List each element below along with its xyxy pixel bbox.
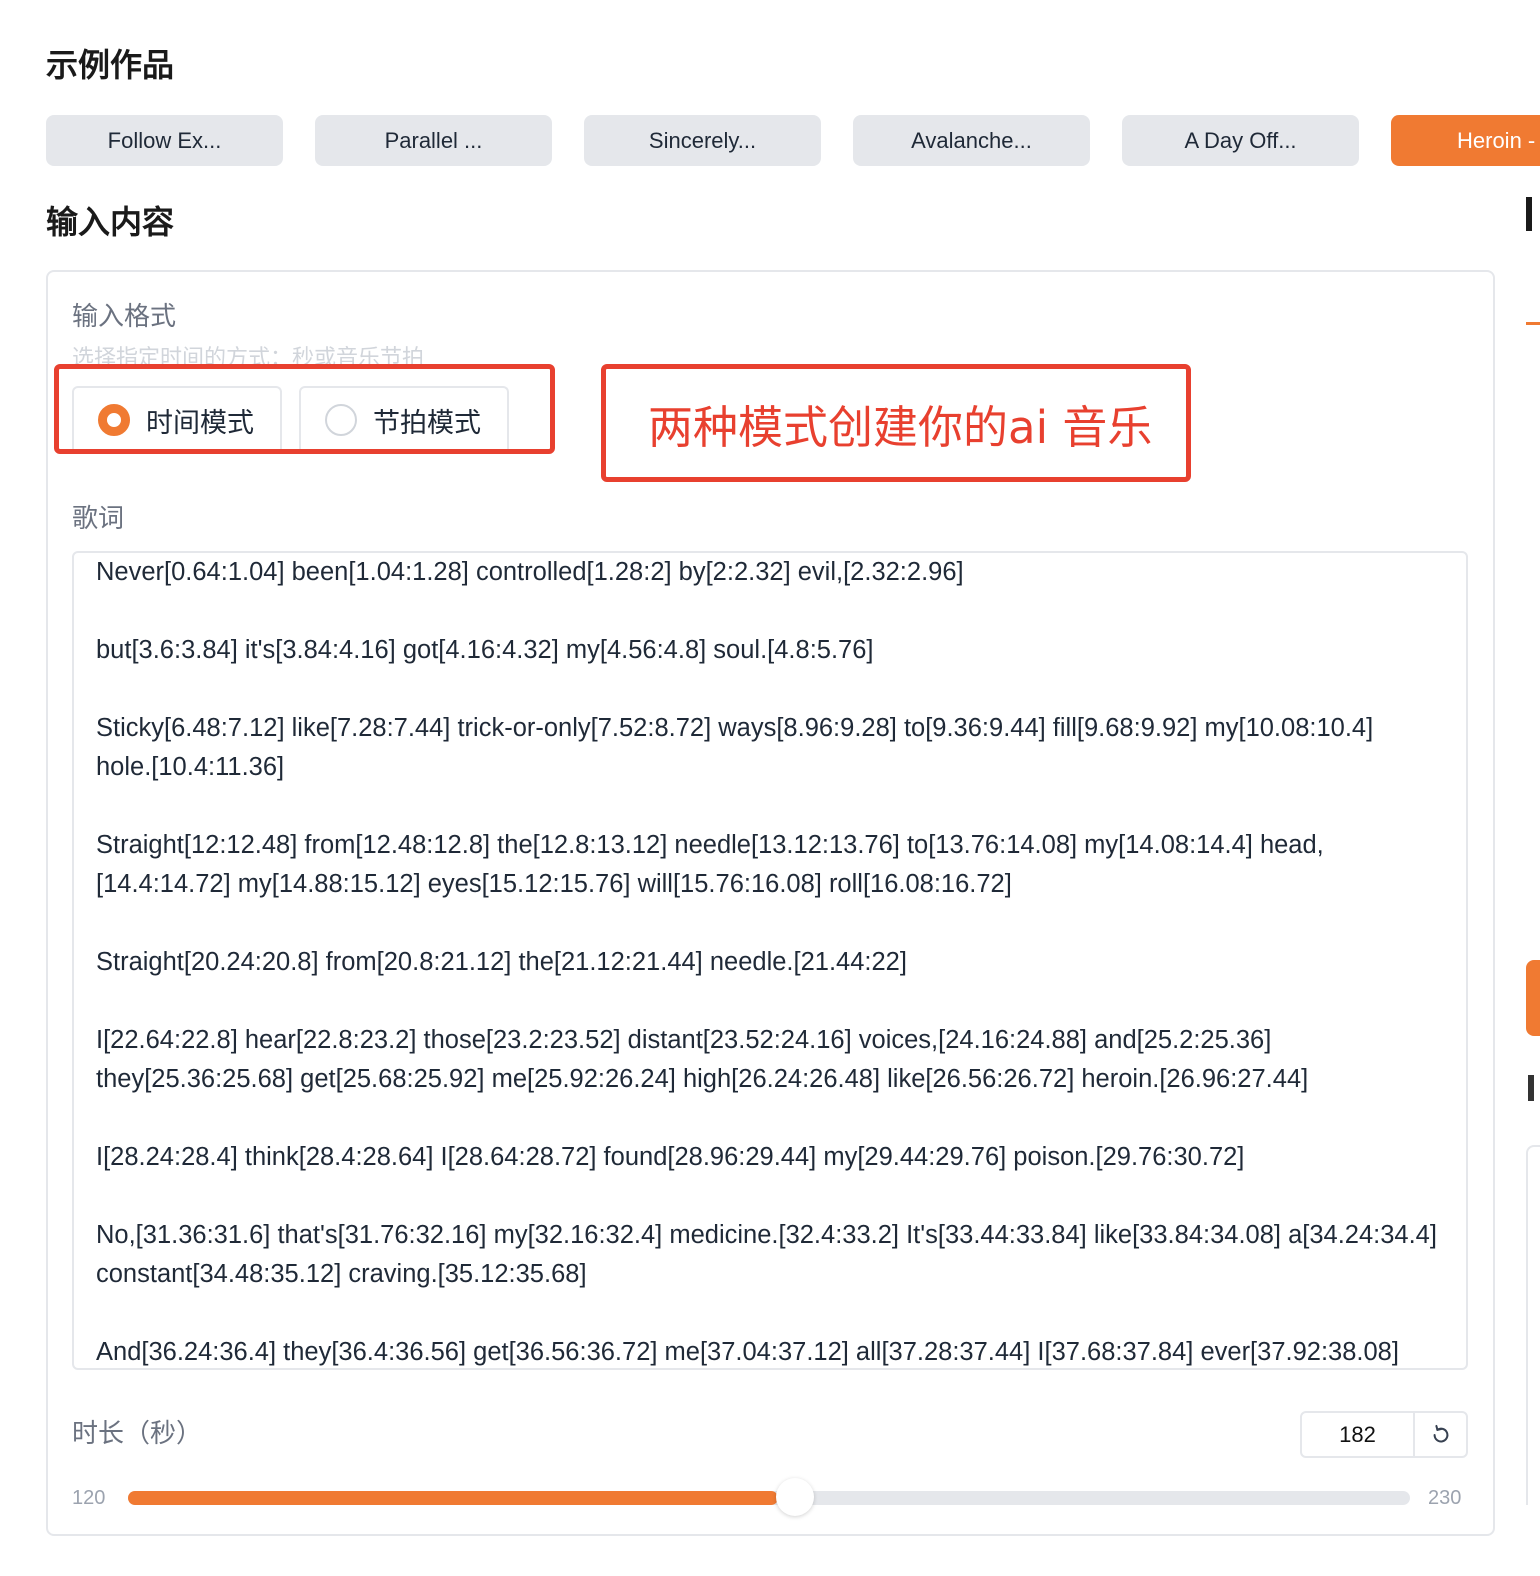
slider-fill (128, 1491, 778, 1505)
example-button-avalanche[interactable]: Avalanche... (853, 115, 1090, 166)
lyrics-text: Never[0.64:1.04] been[1.04:1.28] control… (96, 558, 1437, 1366)
reset-icon (1433, 1424, 1448, 1442)
lyrics-label: 歌词 (72, 503, 125, 533)
slider-thumb[interactable] (776, 1478, 814, 1516)
annotation-callout-text: 两种模式创建你的ai 音乐 (648, 400, 1153, 454)
input-format-label: 输入格式 (72, 301, 177, 331)
input-section-title: 输入内容 (46, 203, 175, 241)
duration-number-input: 182 (1300, 1411, 1468, 1458)
example-button-heroin[interactable]: Heroin - (1391, 115, 1540, 166)
example-button-follow-ex[interactable]: Follow Ex... (46, 115, 283, 166)
example-works-row: Follow Ex... Parallel ... Sincerely... A… (46, 115, 1540, 167)
input-format-hint: 选择指定时间的方式：秒或音乐节拍 (72, 345, 425, 366)
clipped-tab-indicator (1526, 322, 1540, 325)
annotation-callout-box: 两种模式创建你的ai 音乐 (601, 364, 1191, 482)
lyrics-textarea[interactable]: Never[0.64:1.04] been[1.04:1.28] control… (72, 551, 1468, 1370)
slider-min-label: 120 (72, 1487, 106, 1509)
example-button-a-day-off[interactable]: A Day Off... (1122, 115, 1359, 166)
clipped-primary-button[interactable] (1526, 960, 1540, 1036)
reset-button[interactable] (1415, 1413, 1466, 1456)
annotation-highlight-box (54, 364, 555, 454)
example-button-sincerely[interactable]: Sincerely... (584, 115, 821, 166)
clipped-label-fragment (1528, 1075, 1534, 1101)
examples-section-title: 示例作品 (46, 46, 175, 84)
example-button-parallel[interactable]: Parallel ... (315, 115, 552, 166)
duration-label: 时长（秒） (72, 1418, 203, 1448)
duration-slider[interactable] (128, 1478, 1410, 1516)
duration-value-field[interactable]: 182 (1302, 1413, 1415, 1456)
clipped-heading-fragment (1526, 197, 1532, 231)
slider-max-label: 230 (1428, 1487, 1462, 1509)
clipped-output-panel (1526, 1145, 1540, 1505)
